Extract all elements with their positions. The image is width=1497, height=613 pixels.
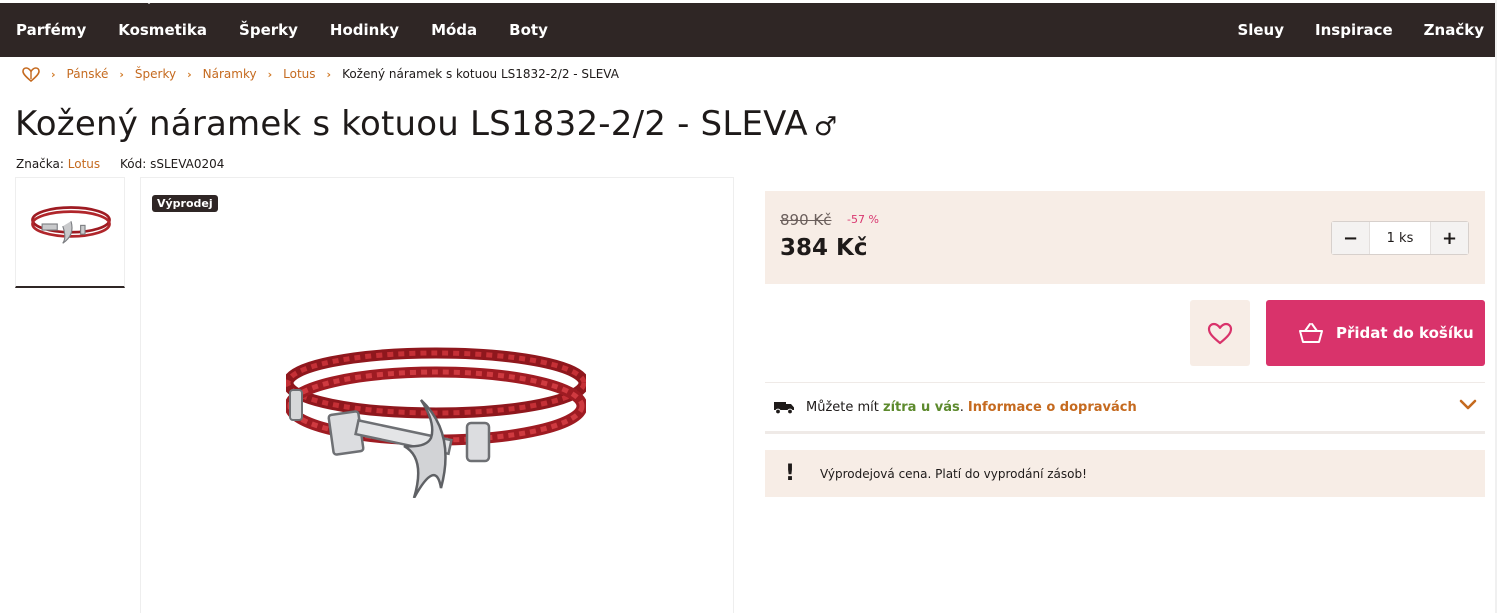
chevron-down-icon[interactable]: [1459, 399, 1477, 411]
product-title: Kožený náramek s kotuou LS1832-2/2 - SLE…: [15, 104, 808, 144]
discount-badge: -57 %: [847, 213, 879, 226]
nav-item-inspirace[interactable]: Inspirace: [1315, 21, 1393, 39]
nav-item-hodinky[interactable]: Hodinky: [330, 21, 399, 39]
bracelet-image: [286, 347, 586, 498]
breadcrumb-home-link[interactable]: [22, 66, 40, 82]
delivery-highlight: zítra u vás: [883, 399, 960, 415]
nav-item-sleuy[interactable]: Sleuy: [1237, 21, 1284, 39]
code-label: Kód:: [119, 157, 147, 171]
breadcrumb-item-sperky[interactable]: Šperky: [135, 67, 176, 81]
nav-item-sperky[interactable]: Šperky: [239, 21, 298, 39]
product-thumbnail[interactable]: [15, 177, 125, 288]
nav-secondary: Sleuy Inspirace Značky: [1206, 3, 1484, 57]
product-meta: Značka: Lotus Kód: sSLEVA0204: [16, 157, 224, 171]
delivery-info[interactable]: Můžete mít zítra u vás. Informace o dopra…: [765, 382, 1485, 434]
gender-male-icon: ♂: [813, 112, 838, 142]
quantity-stepper: − 1 ks +: [1331, 221, 1469, 255]
nav-main-categories: Parfémy Kosmetika Šperky Hodinky Móda Bo…: [16, 3, 580, 57]
delivery-text: Můžete mít zítra u vás. Informace o dopra…: [806, 400, 1137, 415]
breadcrumb-item-naramky[interactable]: Náramky: [203, 67, 257, 81]
sale-notice-text: Výprodejová cena. Platí do vyprodání zás…: [820, 466, 1087, 481]
breadcrumb-separator-icon: ›: [326, 67, 332, 81]
truck-icon: [773, 399, 795, 415]
heart-logo-icon: [22, 66, 40, 82]
bracelet-thumbnail-image: [31, 206, 111, 244]
old-price: 890 Kč: [780, 211, 832, 229]
nav-item-moda[interactable]: Móda: [431, 21, 477, 39]
nav-item-kosmetika[interactable]: Kosmetika: [118, 21, 207, 39]
brand-label: Značka:: [16, 157, 64, 171]
add-to-cart-label: Přidat do košíku: [1336, 324, 1474, 342]
sale-notice: ! Výprodejová cena. Platí do vyprodání z…: [765, 450, 1485, 497]
exclamation-icon: !: [784, 461, 796, 486]
sale-badge: Výprodej: [152, 195, 218, 212]
breadcrumb: › Pánské › Šperky › Náramky › Lotus › Ko…: [22, 66, 619, 82]
delivery-prefix: Můžete mít: [806, 399, 879, 415]
page-title: Kožený náramek s kotuou LS1832-2/2 - SLE…: [15, 104, 837, 144]
breadcrumb-item-lotus[interactable]: Lotus: [283, 67, 315, 81]
add-to-cart-button[interactable]: Přidat do košíku: [1266, 300, 1485, 366]
breadcrumb-separator-icon: ›: [51, 67, 56, 81]
brand-link[interactable]: Lotus: [68, 157, 100, 171]
breadcrumb-separator-icon: ›: [187, 67, 192, 81]
heart-icon: [1207, 322, 1233, 344]
breadcrumb-separator-icon: ›: [267, 67, 273, 81]
nav-item-parfemy[interactable]: Parfémy: [16, 21, 86, 39]
nav-item-boty[interactable]: Boty: [509, 21, 548, 39]
breadcrumb-separator-icon: ›: [119, 67, 124, 81]
basket-icon: [1298, 322, 1324, 344]
price-box: 890 Kč -57 % 384 Kč − 1 ks +: [765, 191, 1485, 284]
quantity-increase-button[interactable]: +: [1431, 222, 1468, 254]
breadcrumb-current: Kožený náramek s kotuou LS1832-2/2 - SLE…: [342, 67, 619, 81]
delivery-info-link[interactable]: Informace o dopravách: [968, 400, 1137, 415]
product-code: sSLEVA0204: [150, 157, 225, 171]
wishlist-button[interactable]: [1190, 300, 1250, 366]
top-navigation: Parfémy Kosmetika Šperky Hodinky Móda Bo…: [0, 0, 1497, 57]
nav-item-znacky[interactable]: Značky: [1424, 21, 1484, 39]
quantity-input[interactable]: 1 ks: [1369, 222, 1431, 254]
quantity-decrease-button[interactable]: −: [1332, 222, 1369, 254]
delivery-dot: .: [959, 399, 964, 415]
breadcrumb-item-panske[interactable]: Pánské: [67, 67, 109, 81]
product-main-image[interactable]: Výprodej: [140, 177, 734, 613]
current-price: 384 Kč: [780, 235, 868, 261]
